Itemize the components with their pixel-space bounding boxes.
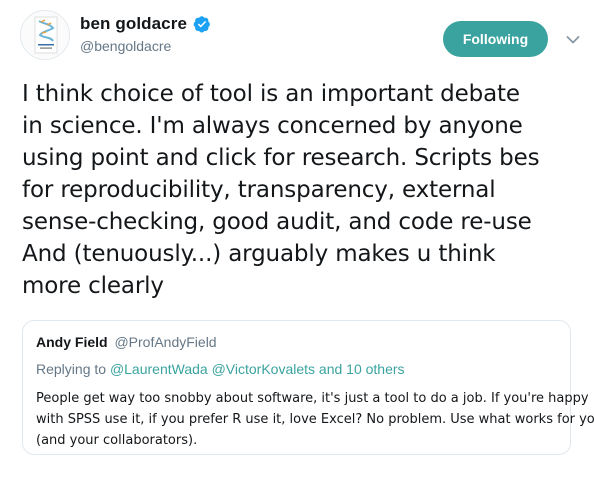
author-display-name[interactable]: ben goldacre: [80, 14, 187, 34]
quoted-tweet[interactable]: Andy Field @ProfAndyField Replying to @L…: [22, 320, 594, 455]
tweet-card: ben goldacre @bengoldacre Following I th…: [0, 0, 594, 478]
verified-badge-icon: [193, 15, 211, 33]
replying-to-line: Replying to @LaurentWada @VictorKovalets…: [36, 361, 405, 377]
chevron-down-icon[interactable]: [566, 32, 580, 44]
quoted-tweet-text: People get way too snobby about software…: [36, 391, 594, 448]
tweet-text: I think choice of tool is an important d…: [22, 81, 540, 299]
quoted-author-handle: @ProfAndyField: [114, 334, 217, 350]
replying-to-mentions[interactable]: @LaurentWada @VictorKovalets: [110, 361, 315, 377]
quoted-author-name: Andy Field: [36, 334, 108, 350]
avatar[interactable]: [20, 10, 70, 60]
author-handle[interactable]: @bengoldacre: [80, 38, 171, 54]
author-name-row: ben goldacre: [80, 14, 211, 34]
replying-to-prefix: Replying to: [36, 361, 107, 377]
following-button[interactable]: Following: [443, 21, 548, 57]
book-cover-avatar: [21, 11, 69, 59]
quoted-tweet-header: Andy Field @ProfAndyField: [36, 334, 217, 350]
replying-to-others[interactable]: and 10 others: [319, 361, 405, 377]
